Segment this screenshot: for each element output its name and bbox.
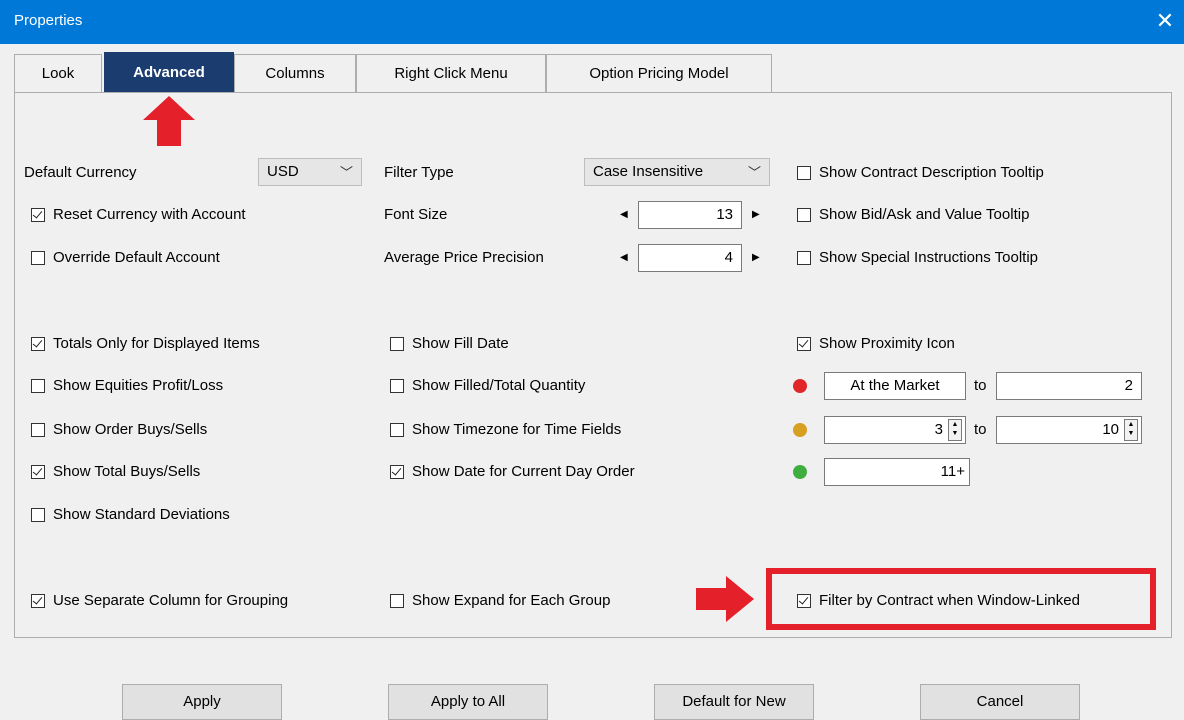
title-bar: Properties ✕ xyxy=(0,0,1184,44)
filled-total-checkbox[interactable] xyxy=(390,379,404,393)
contract-desc-label: Show Contract Description Tooltip xyxy=(819,164,1044,181)
increase-precision-icon[interactable]: ▶ xyxy=(752,248,760,268)
window-title: Properties xyxy=(14,12,83,29)
currency-select[interactable]: USD ﹀ xyxy=(258,158,362,186)
tab-right-click-menu[interactable]: Right Click Menu xyxy=(356,54,546,92)
yellow-to-input[interactable]: 10 xyxy=(996,416,1142,444)
timezone-checkbox[interactable] xyxy=(390,423,404,437)
contract-desc-checkbox[interactable] xyxy=(797,166,811,180)
apply-to-all-button[interactable]: Apply to All xyxy=(388,684,548,720)
yellow-dot-icon xyxy=(793,423,807,437)
date-current-day-checkbox[interactable] xyxy=(390,465,404,479)
increase-font-size-icon[interactable]: ▶ xyxy=(752,205,760,225)
reset-currency-label: Reset Currency with Account xyxy=(53,206,246,223)
close-icon[interactable]: ✕ xyxy=(1152,8,1178,34)
bid-ask-label: Show Bid/Ask and Value Tooltip xyxy=(819,206,1030,223)
separate-column-label: Use Separate Column for Grouping xyxy=(53,592,289,609)
avg-price-precision-input[interactable]: 4 xyxy=(638,244,742,272)
chevron-down-icon: ﹀ xyxy=(339,165,353,180)
annotation-arrow-right-icon xyxy=(696,576,754,622)
red-from-input[interactable]: At the Market xyxy=(824,372,966,400)
default-for-new-button[interactable]: Default for New xyxy=(654,684,814,720)
equities-pl-label: Show Equities Profit/Loss xyxy=(53,377,224,394)
yellow-to-spinner-icon[interactable]: ▲ ▼ xyxy=(1124,419,1138,441)
fill-date-label: Show Fill Date xyxy=(412,335,509,352)
red-to-label: to xyxy=(974,377,987,394)
override-account-label: Override Default Account xyxy=(53,249,220,266)
font-size-input[interactable]: 13 xyxy=(638,201,742,229)
chevron-down-icon: ﹀ xyxy=(747,165,761,180)
std-dev-checkbox[interactable] xyxy=(31,508,45,522)
expand-group-checkbox[interactable] xyxy=(390,594,404,608)
tab-advanced[interactable]: Advanced xyxy=(104,52,234,93)
decrease-font-size-icon[interactable]: ◀ xyxy=(620,205,628,225)
date-current-day-label: Show Date for Current Day Order xyxy=(412,463,635,480)
highlight-box xyxy=(766,568,1156,630)
red-dot-icon xyxy=(793,379,807,393)
expand-group-label: Show Expand for Each Group xyxy=(412,592,611,609)
yellow-to-label: to xyxy=(974,421,987,438)
special-instr-checkbox[interactable] xyxy=(797,251,811,265)
std-dev-label: Show Standard Deviations xyxy=(53,506,230,523)
filter-type-value: Case Insensitive xyxy=(593,163,704,180)
green-dot-icon xyxy=(793,465,807,479)
proximity-icon-label: Show Proximity Icon xyxy=(819,335,955,352)
separate-column-checkbox[interactable] xyxy=(31,594,45,608)
order-buys-sells-label: Show Order Buys/Sells xyxy=(53,421,208,438)
order-buys-sells-checkbox[interactable] xyxy=(31,423,45,437)
cancel-button[interactable]: Cancel xyxy=(920,684,1080,720)
total-buys-sells-checkbox[interactable] xyxy=(31,465,45,479)
filled-total-label: Show Filled/Total Quantity xyxy=(412,377,586,394)
reset-currency-checkbox[interactable] xyxy=(31,208,45,222)
total-buys-sells-label: Show Total Buys/Sells xyxy=(53,463,201,480)
filter-type-label: Filter Type xyxy=(384,164,454,181)
equities-pl-checkbox[interactable] xyxy=(31,379,45,393)
timezone-label: Show Timezone for Time Fields xyxy=(412,421,622,438)
tab-look[interactable]: Look xyxy=(14,54,102,92)
override-account-checkbox[interactable] xyxy=(31,251,45,265)
totals-only-checkbox[interactable] xyxy=(31,337,45,351)
tab-columns[interactable]: Columns xyxy=(234,54,356,92)
font-size-label: Font Size xyxy=(384,206,448,223)
decrease-precision-icon[interactable]: ◀ xyxy=(620,248,628,268)
bid-ask-checkbox[interactable] xyxy=(797,208,811,222)
yellow-from-input[interactable]: 3 xyxy=(824,416,966,444)
filter-type-select[interactable]: Case Insensitive ﹀ xyxy=(584,158,770,186)
special-instr-label: Show Special Instructions Tooltip xyxy=(819,249,1039,266)
totals-only-label: Totals Only for Displayed Items xyxy=(53,335,260,352)
currency-value: USD xyxy=(267,163,299,180)
red-to-input[interactable]: 2 xyxy=(996,372,1142,400)
proximity-icon-checkbox[interactable] xyxy=(797,337,811,351)
apply-button[interactable]: Apply xyxy=(122,684,282,720)
tab-option-pricing-model[interactable]: Option Pricing Model xyxy=(546,54,772,92)
green-from-input[interactable]: 11+ xyxy=(824,458,970,486)
annotation-arrow-up-icon xyxy=(143,96,195,146)
yellow-from-spinner-icon[interactable]: ▲ ▼ xyxy=(948,419,962,441)
avg-price-precision-label: Average Price Precision xyxy=(384,249,544,266)
default-currency-label: Default Currency xyxy=(24,164,137,181)
fill-date-checkbox[interactable] xyxy=(390,337,404,351)
